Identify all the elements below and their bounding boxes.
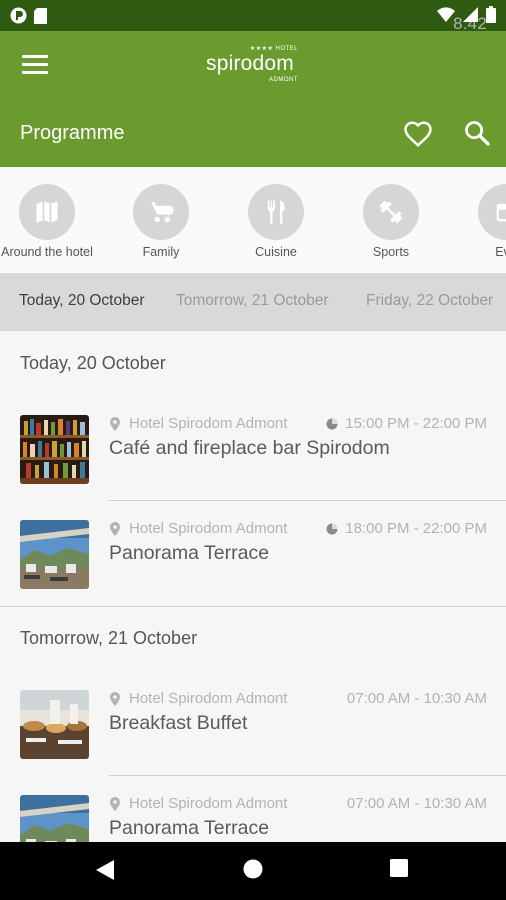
date-tabs: Today, 20 October Tomorrow, 21 October F… [0,273,506,331]
menu-icon[interactable] [22,55,48,75]
section-heading: Tomorrow, 21 October [20,628,198,648]
location-text: Hotel Spirodom Admont [129,690,288,707]
dumbbell-icon [363,184,419,240]
category-label: Sports [372,245,410,259]
signal-icon [463,7,478,22]
home-icon[interactable] [242,858,268,884]
bar-shelves-photo [20,415,89,484]
terrace-photo [20,520,89,589]
category-label: Family [142,245,180,259]
category-strip: Around the hotel Family Cuisine Sports E [0,167,506,273]
stroller-icon [133,184,189,240]
location-text: Hotel Spirodom Admont [129,795,288,812]
event-title: Panorama Terrace [109,817,270,839]
wifi-icon [437,7,455,22]
category-label: Around the hotel [1,245,93,259]
event-icon [478,184,506,240]
event-title: Panorama Terrace [109,542,270,564]
tab-tomorrow[interactable]: Tomorrow, 21 October [176,292,328,310]
back-icon[interactable] [94,858,120,884]
logo-name: spirodom [206,52,294,75]
location-pin-icon [110,416,120,431]
battery-icon [486,6,496,23]
programme-list: Today, 20 October Hotel Spirodom Admont … [0,331,506,842]
event-time: 18:00 PM - 22:00 PM [326,520,487,537]
list-item[interactable]: Hotel Spirodom Admont 07:00 AM - 10:30 A… [0,676,506,782]
category-family[interactable]: Family [106,184,216,264]
time-text: 07:00 AM - 10:30 AM [346,795,487,812]
location-text: Hotel Spirodom Admont [129,415,288,432]
category-sports[interactable]: Sports [336,184,446,264]
time-text: 18:00 PM - 22:00 PM [345,520,487,537]
buffet-photo [20,690,89,759]
list-divider [109,775,506,776]
event-location: Hotel Spirodom Admont [109,690,287,707]
time-text: 07:00 AM - 10:30 AM [346,690,487,707]
status-bar: 8:42 [0,0,506,33]
event-location: Hotel Spirodom Admont [109,415,287,432]
app-bar: ★★★★ HOTEL spirodom ADMONT Programme [0,31,506,167]
hotel-logo: ★★★★ HOTEL spirodom ADMONT [206,45,302,87]
time-text: 15:00 PM - 22:00 PM [345,415,487,432]
tab-friday[interactable]: Friday, 22 October [366,292,493,310]
recents-icon[interactable] [389,858,415,884]
tab-today[interactable]: Today, 20 October [19,292,145,310]
live-indicator-icon [326,523,338,534]
location-text: Hotel Spirodom Admont [129,520,288,537]
logo-place: ADMONT [269,77,298,83]
event-location: Hotel Spirodom Admont [109,795,287,812]
list-item[interactable]: Hotel Spirodom Admont 18:00 PM - 22:00 P… [0,506,506,612]
map-icon [19,184,75,240]
category-label: Cuisine [255,245,297,259]
live-indicator-icon [326,418,338,429]
terrace-photo [20,795,89,842]
page-title: Programme [20,122,125,144]
event-location: Hotel Spirodom Admont [109,520,287,537]
list-divider [0,606,506,607]
search-icon[interactable] [463,119,493,149]
logo-stars: ★★★★ HOTEL [249,46,298,52]
event-title: Breakfast Buffet [109,712,248,734]
category-label: Eve [495,245,506,259]
section-heading: Today, 20 October [20,353,166,373]
heart-icon[interactable] [403,119,433,149]
event-time: 07:00 AM - 10:30 AM [347,690,487,707]
category-around-the-hotel[interactable]: Around the hotel [0,184,102,264]
event-time: 07:00 AM - 10:30 AM [347,795,487,812]
system-nav-bar [0,842,506,900]
event-title: Café and fireplace bar Spirodom [109,437,390,459]
location-pin-icon [110,691,120,706]
category-cuisine[interactable]: Cuisine [221,184,331,264]
list-item[interactable]: Hotel Spirodom Admont 07:00 AM - 10:30 A… [0,781,506,842]
category-events[interactable]: Eve [451,184,506,264]
event-time: 15:00 PM - 22:00 PM [326,415,487,432]
location-pin-icon [110,521,120,536]
list-divider [109,500,506,501]
cutlery-icon [248,184,304,240]
notification-icon [10,7,27,24]
location-pin-icon [110,796,120,811]
sd-card-icon [34,7,47,24]
list-item[interactable]: Hotel Spirodom Admont 15:00 PM - 22:00 P… [0,401,506,507]
